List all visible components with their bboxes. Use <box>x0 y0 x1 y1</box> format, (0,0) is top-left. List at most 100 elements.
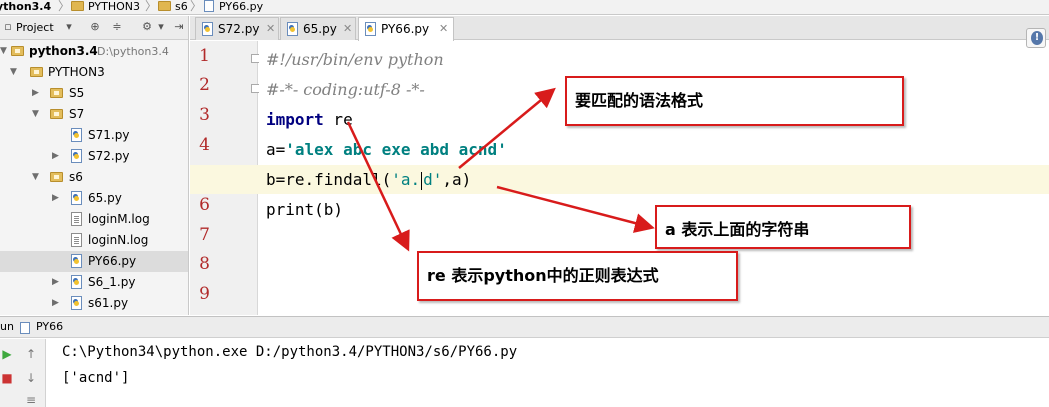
chevron-down-icon[interactable]: ▼ <box>32 104 42 125</box>
folder-icon <box>50 172 63 182</box>
code-line-2: #-*- coding:utf-8 -*- <box>266 75 425 104</box>
string-literal: 'a. <box>391 170 421 189</box>
line-number: 1 <box>199 46 210 66</box>
breadcrumb-item-python3[interactable]: PYTHON3 <box>88 0 140 14</box>
inspection-status-icon[interactable]: ! <box>1026 28 1046 48</box>
breadcrumb-item-s6[interactable]: s6 <box>175 0 188 14</box>
annotation-text: a 表示上面的字符串 <box>665 220 810 239</box>
run-panel-header: un PY66 <box>0 316 1049 338</box>
line-number: 3 <box>199 105 210 125</box>
close-icon[interactable]: ✕ <box>266 18 275 40</box>
arrow-down-icon[interactable]: ↓ <box>24 371 38 385</box>
code-line-4: a='alex abc exe abd acnd' <box>266 135 507 164</box>
chevron-down-icon[interactable]: ▼ <box>32 167 42 188</box>
tree-item-loginN.log[interactable]: loginN.log <box>0 230 188 251</box>
python-file-icon <box>287 22 298 36</box>
folder-icon <box>11 46 24 56</box>
target-icon[interactable]: ⊕ <box>88 20 102 34</box>
tree-item-S7[interactable]: ▼ S7 <box>0 104 188 125</box>
tree-item-label: s61.py <box>88 296 129 310</box>
stop-icon[interactable]: ■ <box>0 371 14 385</box>
code-line-6: print(b) <box>266 195 343 224</box>
chevron-down-icon[interactable]: ▼ <box>10 62 20 83</box>
code-text: print(b) <box>266 200 344 219</box>
line-number: 8 <box>199 254 210 274</box>
breadcrumb: ython3.4 〉 PYTHON3 〉 s6 〉 PY66.py <box>0 0 1049 15</box>
folder-icon <box>158 1 171 11</box>
chevron-right-icon[interactable]: ▶ <box>52 293 62 314</box>
breadcrumb-separator: 〉 <box>145 0 158 13</box>
breadcrumb-item-file[interactable]: PY66.py <box>219 0 263 14</box>
collapse-all-icon[interactable]: ≑ <box>110 20 124 34</box>
tree-item-PY66.py[interactable]: PY66.py <box>0 251 188 272</box>
comment: #-*- coding:utf-8 -*- <box>266 80 425 99</box>
chevron-down-icon[interactable]: ▾ <box>154 20 168 34</box>
python-file-icon <box>20 322 30 334</box>
project-view-selector[interactable]: Project <box>16 21 54 34</box>
breadcrumb-separator: 〉 <box>58 0 71 13</box>
tab-PY66.py[interactable]: PY66.py ✕ <box>358 17 454 41</box>
chevron-right-icon[interactable]: ▶ <box>52 188 62 209</box>
tree-item-label: loginM.log <box>88 212 150 226</box>
code-line-3: import re <box>266 105 353 134</box>
chevron-right-icon[interactable]: ▶ <box>52 146 62 167</box>
tree-item-S72.py[interactable]: ▶ S72.py <box>0 146 188 167</box>
tree-item-PYTHON3[interactable]: ▼ PYTHON3 <box>0 62 188 83</box>
tree-item-s61.py[interactable]: ▶ s61.py <box>0 293 188 314</box>
tree-item-label: S7 <box>69 107 85 121</box>
tree-item-s6[interactable]: ▼ s6 <box>0 167 188 188</box>
tab-S72.py[interactable]: S72.py ✕ <box>195 17 279 40</box>
run-toolbar: ▶ ↑ ■ ↓ ≡ <box>0 339 46 407</box>
line-number: 7 <box>199 225 210 245</box>
python-file-icon <box>71 191 82 205</box>
chevron-right-icon[interactable]: ▶ <box>32 83 42 104</box>
tree-item-65.py[interactable]: ▶ 65.py <box>0 188 188 209</box>
breadcrumb-item-root[interactable]: ython3.4 <box>0 0 51 14</box>
chevron-down-icon[interactable]: ▾ <box>62 20 76 34</box>
code-text: ,a) <box>442 170 472 189</box>
chevron-down-icon[interactable]: ▼ <box>0 41 10 62</box>
editor-tab-bar: S72.py ✕ 65.py ✕ PY66.py ✕ <box>190 16 1049 41</box>
project-toolbar: ▫ Project ▾ ⊕ ≑ ⚙ ▾ ⇥ <box>0 16 188 40</box>
annotation-string-arg: a 表示上面的字符串 <box>655 205 911 249</box>
tree-item-label: python3.4 <box>29 44 98 58</box>
tree-item-label: PYTHON3 <box>48 65 105 79</box>
tree-item-label: S6_1.py <box>88 275 136 289</box>
close-icon[interactable]: ✕ <box>343 18 352 40</box>
tree-item-S6_1.py[interactable]: ▶ S6_1.py <box>0 272 188 293</box>
tree-item-S5[interactable]: ▶ S5 <box>0 83 188 104</box>
tab-65.py[interactable]: 65.py ✕ <box>280 17 356 40</box>
console-command-line: C:\Python34\python.exe D:/python3.4/PYTH… <box>62 344 518 360</box>
soft-wrap-icon[interactable]: ≡ <box>24 393 38 407</box>
tree-item-S71.py[interactable]: S71.py <box>0 125 188 146</box>
folder-icon <box>50 109 63 119</box>
hide-panel-icon[interactable]: ⇥ <box>172 20 186 34</box>
code-text: b=re.findall( <box>266 170 392 189</box>
string-literal: d' <box>423 170 443 189</box>
python-file-icon <box>71 254 82 268</box>
tree-item-python3.4[interactable]: ▼ python3.4 D:\python3.4 <box>0 41 188 62</box>
info-icon: ! <box>1031 31 1043 45</box>
run-config-name[interactable]: PY66 <box>36 320 63 333</box>
line-number: 6 <box>199 195 210 215</box>
console-output-line: ['acnd'] <box>62 370 130 386</box>
string-literal: 'alex abc exe abd acnd' <box>285 140 507 159</box>
rerun-icon[interactable]: ▶ <box>0 347 14 361</box>
tree-item-path: D:\python3.4 <box>97 45 169 58</box>
tree-item-loginM.log[interactable]: loginM.log <box>0 209 188 230</box>
python-file-icon <box>71 128 82 142</box>
tab-label: 65.py <box>303 22 337 36</box>
line-number: 2 <box>199 75 210 95</box>
run-console[interactable]: C:\Python34\python.exe D:/python3.4/PYTH… <box>47 339 1049 407</box>
run-panel-title[interactable]: un <box>0 320 14 333</box>
close-icon[interactable]: ✕ <box>439 18 448 40</box>
chevron-right-icon[interactable]: ▶ <box>52 272 62 293</box>
folder-icon <box>71 1 84 11</box>
line-number: 4 <box>199 135 210 155</box>
code-text: re <box>323 110 353 129</box>
python-file-icon <box>71 296 82 310</box>
annotation-text: re 表示python中的正则表达式 <box>427 266 659 285</box>
arrow-up-icon[interactable]: ↑ <box>24 347 38 361</box>
gear-icon[interactable]: ⚙ <box>140 20 154 34</box>
breadcrumb-separator: 〉 <box>190 0 203 13</box>
